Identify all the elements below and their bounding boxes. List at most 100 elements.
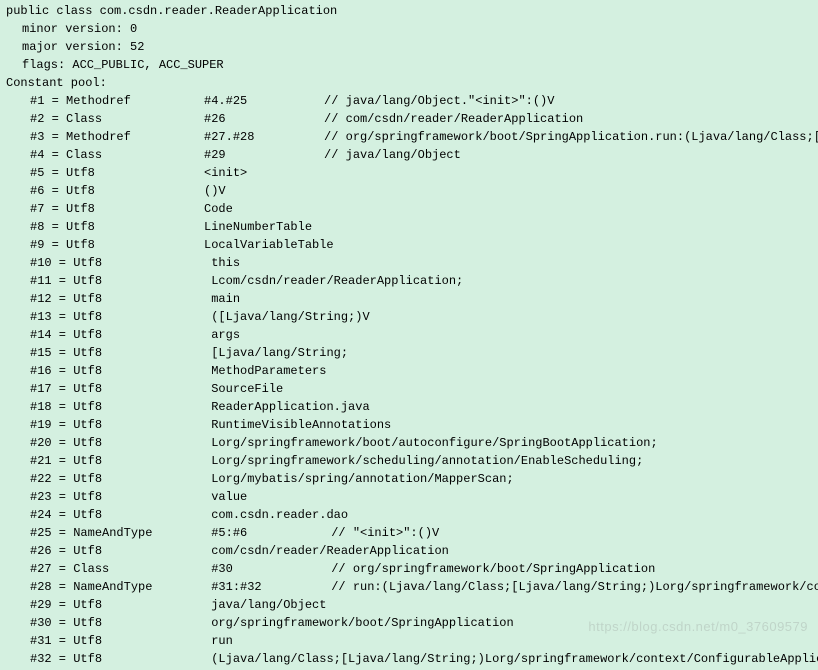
entry-index: #3 = — [30, 130, 66, 144]
entry-value: Lorg/springframework/boot/autoconfigure/… — [211, 436, 657, 450]
entry-type: Utf8 — [73, 362, 211, 380]
entry-value: RuntimeVisibleAnnotations — [211, 418, 391, 432]
entry-comment: // run:(Ljava/lang/Class;[Ljava/lang/Str… — [331, 580, 818, 594]
entry-value: Lorg/springframework/scheduling/annotati… — [211, 454, 643, 468]
entry-value: value — [211, 490, 247, 504]
entry-index: #9 = — [30, 238, 66, 252]
constant-pool-entry: #24 = Utf8com.csdn.reader.dao — [6, 506, 812, 524]
entry-index: #6 = — [30, 184, 66, 198]
class-declaration: public class com.csdn.reader.ReaderAppli… — [6, 2, 812, 20]
entry-type: Utf8 — [66, 236, 204, 254]
entry-index: #1 = — [30, 94, 66, 108]
entry-index: #7 = — [30, 202, 66, 216]
entry-value: #4.#25 — [204, 92, 324, 110]
constant-pool-entry: #13 = Utf8([Ljava/lang/String;)V — [6, 308, 812, 326]
entry-type: Class — [73, 560, 211, 578]
entry-type: Utf8 — [73, 434, 211, 452]
entry-type: Utf8 — [73, 254, 211, 272]
entry-type: Utf8 — [73, 506, 211, 524]
entry-index: #32 = — [30, 652, 73, 666]
constant-pool-header: Constant pool: — [6, 74, 812, 92]
entry-type: Utf8 — [73, 398, 211, 416]
entry-comment: // org/springframework/boot/SpringApplic… — [324, 130, 818, 144]
constant-pool-entry: #19 = Utf8RuntimeVisibleAnnotations — [6, 416, 812, 434]
entry-type: NameAndType — [73, 578, 211, 596]
access-flags: flags: ACC_PUBLIC, ACC_SUPER — [6, 56, 812, 74]
entry-type: Utf8 — [66, 182, 204, 200]
entry-type: Utf8 — [66, 218, 204, 236]
constant-pool-entry: #18 = Utf8ReaderApplication.java — [6, 398, 812, 416]
entry-value: MethodParameters — [211, 364, 326, 378]
entry-value: SourceFile — [211, 382, 283, 396]
entry-comment: // org/springframework/boot/SpringApplic… — [331, 562, 655, 576]
entry-value: ([Ljava/lang/String;)V — [211, 310, 369, 324]
entry-comment: // java/lang/Object."<init>":()V — [324, 94, 554, 108]
constant-pool-entry: #12 = Utf8main — [6, 290, 812, 308]
entry-index: #21 = — [30, 454, 73, 468]
entry-index: #10 = — [30, 256, 73, 270]
entry-value: LocalVariableTable — [204, 238, 334, 252]
entry-type: Utf8 — [66, 200, 204, 218]
entry-index: #19 = — [30, 418, 73, 432]
entry-comment: // java/lang/Object — [324, 148, 461, 162]
entry-type: NameAndType — [73, 524, 211, 542]
entry-type: Utf8 — [73, 614, 211, 632]
constant-pool-entry: #20 = Utf8Lorg/springframework/boot/auto… — [6, 434, 812, 452]
constant-pool-entry: #28 = NameAndType#31:#32// run:(Ljava/la… — [6, 578, 812, 596]
constant-pool-entry: #27 = Class#30// org/springframework/boo… — [6, 560, 812, 578]
constant-pool-entry: #25 = NameAndType#5:#6// "<init>":()V — [6, 524, 812, 542]
constant-pool-entry: #23 = Utf8value — [6, 488, 812, 506]
constant-pool-entry: #2 = Class#26// com/csdn/reader/ReaderAp… — [6, 110, 812, 128]
entry-type: Methodref — [66, 128, 204, 146]
entry-comment: // "<init>":()V — [331, 526, 439, 540]
minor-version: minor version: 0 — [6, 20, 812, 38]
constant-pool-entry: #10 = Utf8this — [6, 254, 812, 272]
constant-pool-entry: #32 = Utf8(Ljava/lang/Class;[Ljava/lang/… — [6, 650, 812, 668]
constant-pool-entry: #9 = Utf8LocalVariableTable — [6, 236, 812, 254]
constant-pool-entry: #7 = Utf8Code — [6, 200, 812, 218]
entry-index: #14 = — [30, 328, 73, 342]
entry-index: #8 = — [30, 220, 66, 234]
entry-value: com/csdn/reader/ReaderApplication — [211, 544, 449, 558]
entry-index: #15 = — [30, 346, 73, 360]
entry-value: #26 — [204, 110, 324, 128]
entry-comment: // com/csdn/reader/ReaderApplication — [324, 112, 583, 126]
entry-value: LineNumberTable — [204, 220, 312, 234]
constant-pool-entry: #11 = Utf8Lcom/csdn/reader/ReaderApplica… — [6, 272, 812, 290]
entry-index: #29 = — [30, 598, 73, 612]
entry-type: Utf8 — [73, 308, 211, 326]
constant-pool-entry: #14 = Utf8args — [6, 326, 812, 344]
constant-pool-entry: #26 = Utf8com/csdn/reader/ReaderApplicat… — [6, 542, 812, 560]
entry-type: Utf8 — [73, 416, 211, 434]
constant-pool-entry: #4 = Class#29// java/lang/Object — [6, 146, 812, 164]
entry-index: #28 = — [30, 580, 73, 594]
entry-value: Code — [204, 202, 233, 216]
constant-pool-entries: #1 = Methodref#4.#25// java/lang/Object.… — [6, 92, 812, 668]
entry-value: com.csdn.reader.dao — [211, 508, 348, 522]
entry-value: #31:#32 — [211, 578, 331, 596]
constant-pool-entry: #16 = Utf8MethodParameters — [6, 362, 812, 380]
entry-type: Utf8 — [73, 326, 211, 344]
constant-pool-entry: #3 = Methodref#27.#28// org/springframew… — [6, 128, 812, 146]
entry-index: #24 = — [30, 508, 73, 522]
entry-value: #29 — [204, 146, 324, 164]
entry-value: run — [211, 634, 233, 648]
entry-index: #23 = — [30, 490, 73, 504]
entry-value: ()V — [204, 184, 226, 198]
entry-index: #17 = — [30, 382, 73, 396]
entry-type: Utf8 — [73, 344, 211, 362]
entry-value: ReaderApplication.java — [211, 400, 369, 414]
major-version: major version: 52 — [6, 38, 812, 56]
entry-value: [Ljava/lang/String; — [211, 346, 348, 360]
entry-index: #2 = — [30, 112, 66, 126]
entry-value: (Ljava/lang/Class;[Ljava/lang/String;)Lo… — [211, 652, 818, 666]
entry-index: #11 = — [30, 274, 73, 288]
entry-value: #5:#6 — [211, 524, 331, 542]
entry-type: Utf8 — [73, 470, 211, 488]
entry-index: #31 = — [30, 634, 73, 648]
entry-index: #26 = — [30, 544, 73, 558]
constant-pool-entry: #22 = Utf8Lorg/mybatis/spring/annotation… — [6, 470, 812, 488]
entry-type: Class — [66, 110, 204, 128]
entry-type: Utf8 — [73, 632, 211, 650]
entry-type: Utf8 — [73, 452, 211, 470]
